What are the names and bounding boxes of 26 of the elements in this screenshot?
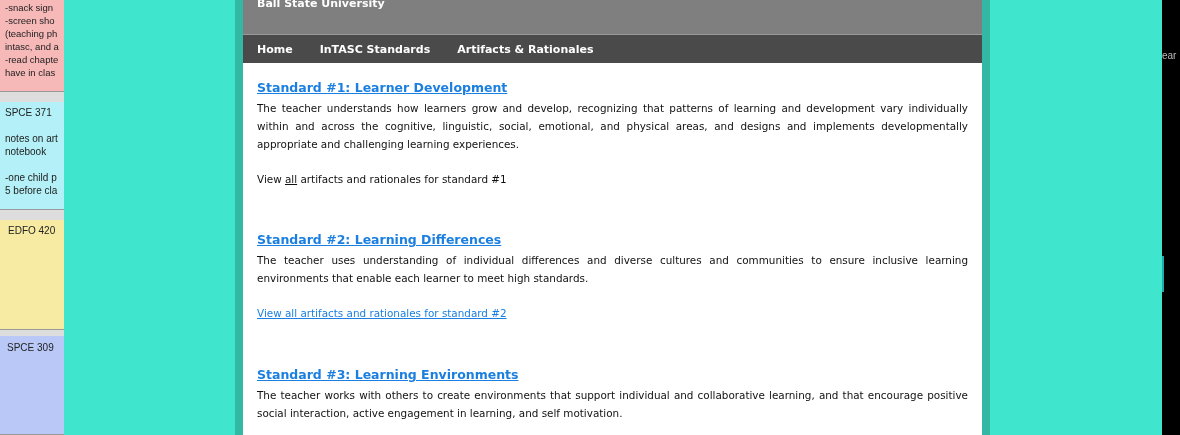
note-text: -one child p <box>5 171 58 184</box>
note-text: (teaching ph <box>5 27 59 40</box>
note-text: notes on art <box>5 132 59 145</box>
all-link[interactable]: all <box>284 173 298 185</box>
nav-link[interactable]: Artifacts & Rationales <box>457 42 594 56</box>
view-artifacts-text: View all artifacts and rationales for standard #1 <box>257 172 508 187</box>
note-text: notebook <box>5 145 48 158</box>
note-text: intasc, and a <box>5 40 60 53</box>
view-artifacts-link[interactable]: View all artifacts and rationales for standard #2 <box>257 307 507 319</box>
note-text: 5 before cla <box>5 184 59 197</box>
note-text: -read chapte <box>5 53 60 66</box>
window-text: ear <box>1162 50 1177 61</box>
standard-title-link[interactable]: Standard #1: Learner Development <box>257 80 508 95</box>
note-text: EDFO 420 <box>8 224 57 237</box>
standard-description: The teacher works with others to create environments that support individual and collaborative learning, and that encourage positive social interaction, active engagement in learning, and self motivation. <box>257 388 968 421</box>
standard-title-link[interactable]: Standard #3: Learning Environments <box>257 367 519 382</box>
note-text: have in clas <box>5 66 57 79</box>
nav-link[interactable]: Home <box>257 42 293 56</box>
standard-title-link[interactable]: Standard #2: Learning Differences <box>257 232 502 247</box>
note-text: -snack sign <box>5 1 55 14</box>
note-text: SPCE 371 <box>5 106 53 119</box>
standard-description: The teacher understands how learners grow and develop, recognizing that patterns of learning and development vary individually within and across the cognitive, linguistic, social, emotional, and physical areas, and designs and implements developmentally appropriate and challenging learning experiences. <box>257 101 968 152</box>
note-text: -screen sho <box>5 14 56 27</box>
note-text: SPCE 309 <box>7 341 55 354</box>
nav-link[interactable]: InTASC Standards <box>319 42 431 56</box>
standard-description: The teacher uses understanding of individual differences and diverse cultures and communities to ensure inclusive learning environments that enable each learner to meet high standards. <box>257 253 968 286</box>
